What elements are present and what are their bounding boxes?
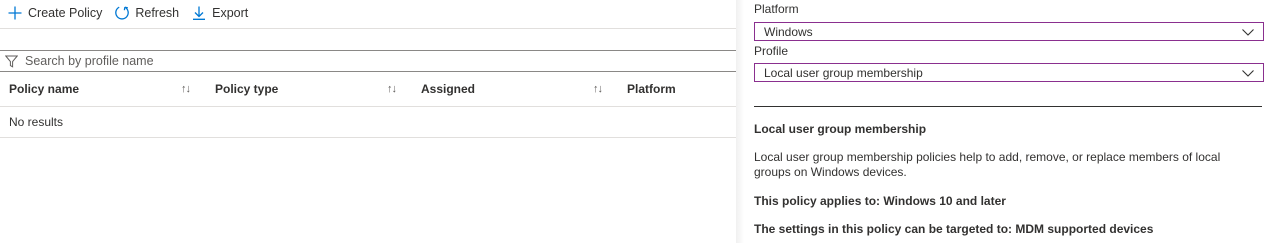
empty-state-text: No results bbox=[9, 115, 64, 129]
download-icon bbox=[191, 5, 207, 21]
sort-icon[interactable]: ↑↓ bbox=[387, 72, 397, 106]
search-input[interactable] bbox=[25, 54, 625, 68]
refresh-label: Refresh bbox=[135, 6, 180, 20]
column-header-assigned[interactable]: Assigned bbox=[421, 72, 475, 106]
sort-icon[interactable]: ↑↓ bbox=[593, 72, 603, 106]
toolbar-divider bbox=[0, 28, 736, 29]
create-policy-button[interactable]: Create Policy bbox=[7, 5, 102, 21]
profile-selected-value: Local user group membership bbox=[764, 65, 923, 80]
sort-icon[interactable]: ↑↓ bbox=[181, 72, 191, 106]
refresh-button[interactable]: Refresh bbox=[114, 5, 179, 21]
column-header-policy-type[interactable]: Policy type bbox=[215, 72, 278, 106]
header-divider bbox=[0, 106, 736, 107]
export-label: Export bbox=[212, 6, 249, 20]
profile-label: Profile bbox=[754, 44, 789, 58]
table-header: Policy name ↑↓ Policy type ↑↓ Assigned ↑… bbox=[0, 72, 736, 106]
chevron-down-icon bbox=[1241, 66, 1255, 80]
column-header-platform[interactable]: Platform bbox=[627, 72, 676, 106]
search-box[interactable] bbox=[0, 51, 736, 71]
policy-list-pane: Create Policy Refresh Export Policy name… bbox=[0, 0, 736, 243]
panel-shadow bbox=[736, 0, 744, 243]
chevron-down-icon bbox=[1241, 25, 1255, 39]
profile-description: Local user group membership policies hel… bbox=[754, 150, 1221, 179]
targeted-to-text: The settings in this policy can be targe… bbox=[754, 222, 1154, 236]
platform-dropdown[interactable]: Windows bbox=[754, 22, 1264, 41]
applies-to-text: This policy applies to: Windows 10 and l… bbox=[754, 194, 1006, 208]
plus-icon bbox=[7, 5, 23, 21]
platform-selected-value: Windows bbox=[764, 24, 813, 39]
profile-title: Local user group membership bbox=[754, 122, 927, 136]
command-bar: Create Policy Refresh Export bbox=[0, 0, 260, 26]
row-divider bbox=[0, 137, 736, 138]
column-header-policy-name[interactable]: Policy name bbox=[9, 72, 79, 106]
platform-label: Platform bbox=[754, 2, 799, 16]
panel-divider bbox=[754, 106, 1262, 107]
create-policy-label: Create Policy bbox=[28, 6, 103, 20]
refresh-icon bbox=[114, 5, 130, 21]
profile-dropdown[interactable]: Local user group membership bbox=[754, 63, 1264, 82]
export-button[interactable]: Export bbox=[191, 5, 248, 21]
filter-icon bbox=[5, 53, 21, 69]
create-profile-panel: Platform Windows Profile Local user grou… bbox=[736, 0, 1280, 243]
